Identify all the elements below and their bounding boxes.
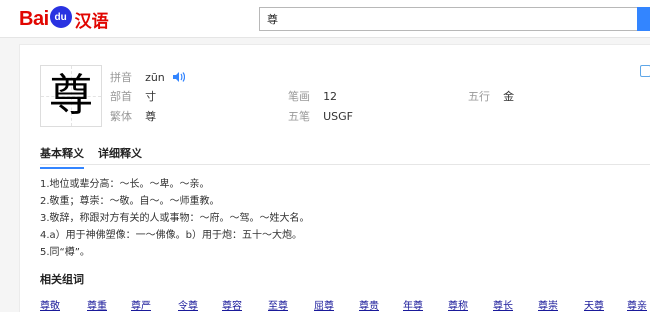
bihua-field: 笔画 12 (288, 88, 337, 104)
related-word-link[interactable]: 尊敬 (40, 297, 60, 312)
logo-du-text: du (54, 11, 67, 23)
related-word-link[interactable]: 尊称 (448, 297, 468, 312)
bushou-field: 部首 寸 (110, 88, 156, 104)
top-bar: Bai du 汉语 (0, 0, 650, 38)
related-word-link[interactable]: 尊容 (222, 297, 242, 312)
definition-item: 5.同“樽”。 (40, 247, 90, 258)
definition-item: 3.敬辞，称跟对方有关的人或事物：～府。～驾。～姓大名。 (40, 213, 310, 224)
logo-hanyu-text: 汉语 (74, 11, 109, 32)
definition-item: 4.a）用于神佛塑像：一～佛像。b）用于炮：五十～大炮。 (40, 230, 303, 241)
related-word-link[interactable]: 尊崇 (538, 297, 558, 312)
fanti-label: 繁体 (110, 110, 132, 123)
character-box: 尊 (40, 65, 102, 127)
search-input[interactable] (260, 12, 630, 26)
bihua-value: 12 (323, 90, 338, 103)
tab-basic-definition[interactable]: 基本释义 (40, 145, 84, 169)
bushou-value[interactable]: 寸 (145, 90, 156, 103)
share-icon[interactable] (640, 65, 650, 77)
related-word-link[interactable]: 至尊 (268, 297, 288, 312)
related-word-link[interactable]: 尊贵 (359, 297, 379, 312)
wubi-field: 五笔 USGF (288, 108, 353, 124)
wuxing-label: 五行 (468, 90, 490, 103)
related-word-link[interactable]: 尊亲 (627, 297, 647, 312)
character-glyph: 尊 (49, 70, 93, 121)
wuxing-field: 五行 金 (468, 88, 514, 104)
related-word-link[interactable]: 尊严 (131, 297, 151, 312)
pinyin-label: 拼音 (110, 71, 132, 84)
wubi-label: 五笔 (288, 110, 310, 123)
related-word-link[interactable]: 尊长 (493, 297, 513, 312)
search-button[interactable] (637, 7, 650, 31)
related-word-link[interactable]: 令尊 (178, 297, 198, 312)
bihua-label: 笔画 (288, 90, 310, 103)
logo-bai-text: Bai (19, 7, 49, 30)
definition-item: 1.地位或辈分高：～长。～卑。～亲。 (40, 179, 210, 190)
related-word-link[interactable]: 天尊 (584, 297, 604, 312)
wubi-value: USGF (323, 110, 353, 123)
baidu-hanyu-logo[interactable]: Bai du 汉语 (19, 6, 109, 32)
fanti-value: 尊 (145, 110, 157, 123)
related-word-link[interactable]: 尊重 (87, 297, 107, 312)
related-word-link[interactable]: 屈尊 (314, 297, 334, 312)
search-box (259, 7, 639, 31)
speaker-icon[interactable] (172, 72, 185, 82)
bushou-label: 部首 (110, 90, 132, 103)
wuxing-value: 金 (503, 90, 515, 103)
definition-item: 2.敬重；尊崇：～敬。自～。～师重教。 (40, 196, 220, 207)
pinyin-value: zūn (145, 71, 165, 84)
logo-paw-icon: du (49, 6, 72, 28)
related-words-title: 相关组词 (40, 273, 84, 286)
fanti-field: 繁体 尊 (110, 108, 156, 124)
entry-card: 尊 拼音 zūn 部首 寸 笔画 12 五行 金 繁体 尊 五笔 USGF 基本… (19, 44, 650, 312)
related-word-link[interactable]: 年尊 (403, 297, 423, 312)
tab-divider (40, 164, 650, 165)
pinyin-field: 拼音 zūn (110, 69, 185, 85)
